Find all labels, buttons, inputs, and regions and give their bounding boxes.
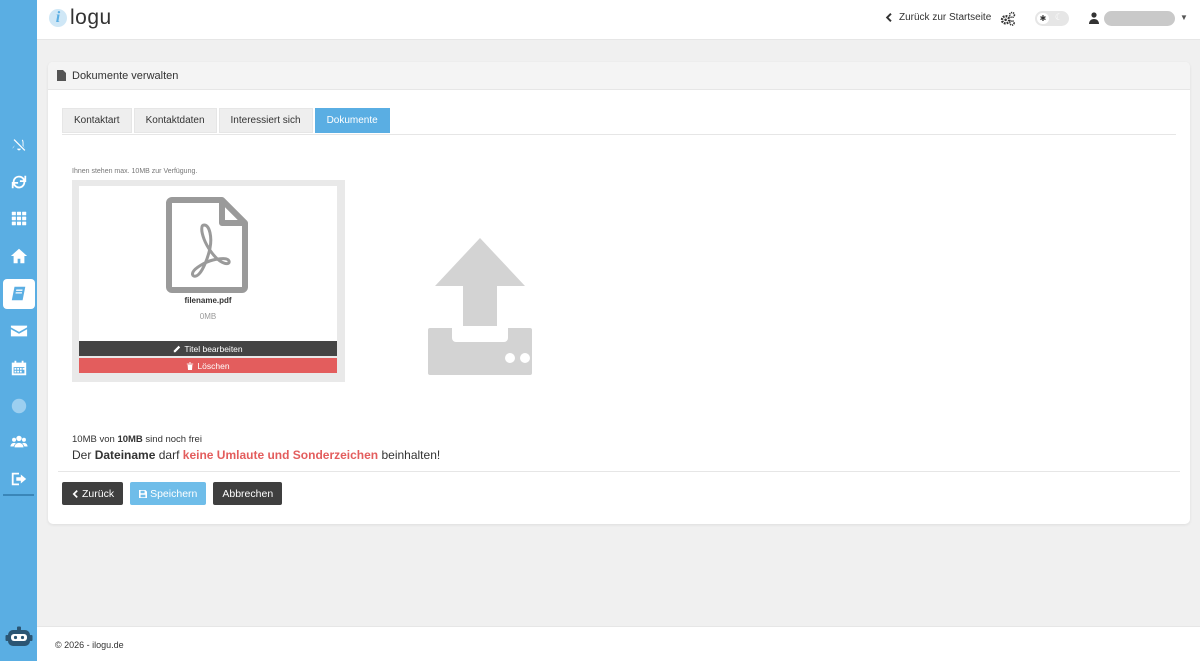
tab-kontaktdaten[interactable]: Kontaktdaten [133,108,217,133]
back-to-home-label: Zurück zur Startseite [899,12,992,23]
card-title: Dokumente verwalten [72,69,179,82]
pdf-file-icon [166,197,248,293]
cancel-label: Abbrechen [222,487,274,500]
tab-kontaktart[interactable]: Kontaktart [62,108,132,133]
filename-rule: Der Dateiname darf keine Umlaute und Son… [72,448,440,462]
logo[interactable]: i logu [49,6,112,30]
pencil-icon [174,345,181,352]
trash-icon [187,361,194,370]
book-icon[interactable] [3,279,35,309]
upload-icon[interactable] [410,236,550,376]
chevron-left-icon [885,13,892,22]
document-size: 0MB [199,312,217,321]
theme-toggle[interactable]: ✱ ☾ [1035,11,1069,26]
rule-part4: keine Umlaute und Sonderzeichen [182,448,379,462]
back-button[interactable]: Zurück [62,482,124,505]
calendar-icon[interactable] [0,353,37,383]
top-header: i logu Zurück zur Startseite ✱ ☾ ▼ [37,0,1200,40]
edit-title-label: Titel bearbeiten [184,343,243,354]
documents-card: Dokumente verwalten Kontaktart Kontaktda… [48,62,1190,524]
card-header: Dokumente verwalten [48,62,1190,90]
envelope-icon[interactable] [0,316,37,346]
document-tile: filename.pdf 0MB Titel bearbeiten Lösche… [72,180,345,382]
caret-down-icon[interactable]: ▼ [1180,13,1188,22]
rule-part1: Der [72,448,92,462]
user-name-redacted[interactable] [1104,11,1175,26]
form-actions: Zurück Speichern Abbrechen [62,482,289,505]
users-icon[interactable] [0,427,37,457]
sidebar-divider [3,494,34,496]
gears-icon[interactable] [1000,11,1016,27]
moon-icon: ☾ [1054,12,1063,22]
rule-part5: beinhalten! [381,448,441,462]
logo-mark: i [49,9,67,27]
home-icon[interactable] [0,241,37,271]
footer: © 2026 - ilogu.de [37,626,1200,661]
sign-out-icon[interactable] [0,464,37,494]
floppy-icon [139,489,148,498]
chat-bot-icon[interactable] [5,626,33,650]
tabs-divider [62,134,1176,135]
cancel-button[interactable]: Abbrechen [213,482,283,505]
storage-used: 10MB [72,434,97,445]
document-preview: filename.pdf 0MB [79,186,337,342]
bell-slash-icon[interactable] [0,130,37,160]
save-button[interactable]: Speichern [130,482,207,505]
save-label: Speichern [150,487,198,500]
edit-title-button[interactable]: Titel bearbeiten [79,341,337,356]
back-label: Zurück [82,487,115,500]
document-filename: filename.pdf [184,296,232,305]
sun-icon: ✱ [1037,13,1049,24]
chevron-left-icon [72,489,78,498]
file-icon [57,70,66,81]
logo-text: logu [70,6,112,29]
copyright-text: © 2026 - ilogu.de [55,640,124,650]
tab-interessiert-sich[interactable]: Interessiert sich [218,108,313,133]
storage-of: von [99,434,115,445]
storage-rest: sind noch frei [145,434,202,445]
divider [58,471,1180,472]
storage-total: 10MB [117,434,143,445]
rule-part2: Dateiname [94,448,156,462]
tab-dokumente[interactable]: Dokumente [314,108,390,133]
back-to-home-link[interactable]: Zurück zur Startseite [884,12,991,23]
refresh-icon[interactable] [0,167,37,197]
sidebar [0,0,37,661]
grid-icon[interactable] [0,203,37,233]
globe-icon[interactable] [0,391,37,421]
rule-part3: darf [158,448,180,462]
storage-limit-note: Ihnen stehen max. 10MB zur Verfügung. [72,168,198,175]
storage-info: 10MB von 10MB sind noch frei [72,434,202,445]
delete-button[interactable]: Löschen [79,358,337,373]
user-icon [1089,12,1099,24]
delete-label: Löschen [197,360,230,371]
tabs: Kontaktart Kontaktdaten Interessiert sic… [62,108,392,133]
